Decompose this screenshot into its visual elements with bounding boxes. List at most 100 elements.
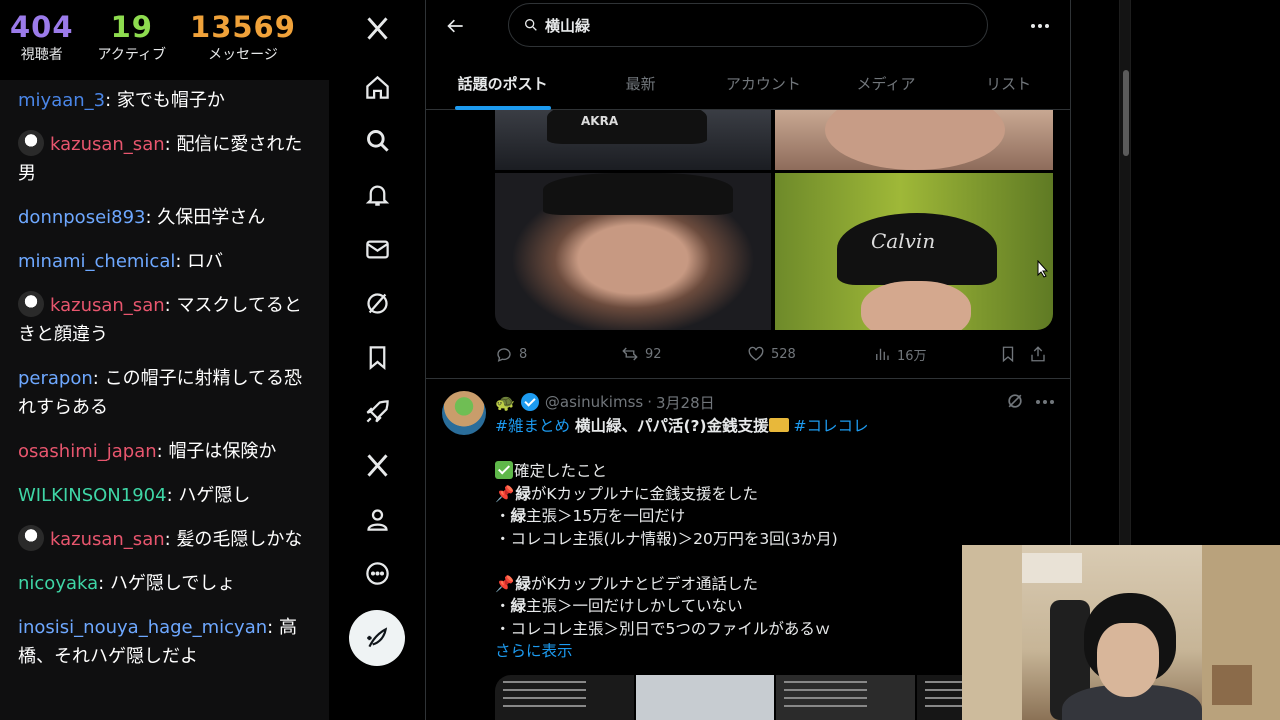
grok-explain-button[interactable] bbox=[1005, 391, 1025, 411]
post-feather-icon bbox=[367, 627, 388, 648]
dot-icon bbox=[1045, 24, 1049, 28]
media-thumbnail[interactable] bbox=[635, 675, 774, 720]
post-image-3[interactable] bbox=[495, 173, 771, 330]
repost-icon bbox=[622, 347, 638, 361]
chat-username[interactable]: miyaan_3 bbox=[18, 90, 105, 111]
chat-separator: : bbox=[164, 134, 177, 155]
shelf-items bbox=[1212, 665, 1252, 705]
tab-lists[interactable]: リスト bbox=[947, 56, 1070, 110]
repost-button[interactable]: 92 bbox=[621, 345, 747, 363]
media-thumbnail[interactable] bbox=[776, 675, 915, 720]
chat-username[interactable]: perapon bbox=[18, 368, 93, 389]
stream-stats: 404 視聴者 19 アクティブ 13569 メッセージ bbox=[0, 0, 329, 80]
face-shape bbox=[861, 281, 971, 330]
scrollbar-thumb[interactable] bbox=[1123, 70, 1129, 156]
tab-top[interactable]: 話題のポスト bbox=[426, 56, 579, 110]
stat-active-label: アクティブ bbox=[97, 47, 167, 63]
post-handle[interactable]: @asinukimss bbox=[545, 393, 643, 411]
dot-icon bbox=[1031, 24, 1035, 28]
post-bold-text: 緑 bbox=[510, 507, 527, 525]
search-tabs: 話題のポスト 最新 アカウント メディア リスト bbox=[426, 56, 1070, 110]
views-icon bbox=[876, 348, 889, 360]
chat-message: kazusan_san: 配信に愛された男 bbox=[18, 130, 315, 188]
show-more-link[interactable]: さらに表示 bbox=[495, 642, 573, 660]
post-more-button[interactable] bbox=[1034, 391, 1056, 413]
hashtag-link[interactable]: #コレコレ bbox=[794, 417, 869, 435]
more-circle-icon[interactable] bbox=[357, 553, 397, 593]
share-icon bbox=[1031, 346, 1045, 362]
more-options-button[interactable] bbox=[1026, 12, 1054, 40]
chat-separator: : bbox=[145, 207, 158, 228]
chat-separator: : bbox=[98, 573, 110, 594]
search-box[interactable] bbox=[508, 3, 988, 47]
post-line-text: ・コレコレ主張(ルナ情報)＞20万円を3回(3か月) bbox=[495, 529, 838, 548]
x-premium-icon[interactable] bbox=[357, 445, 397, 485]
post-image-1[interactable]: AKRA bbox=[495, 110, 771, 170]
chat-avatar-icon bbox=[18, 130, 44, 156]
post-line-text: ・コレコレ主張＞別日で5つのファイルがあるｗ bbox=[495, 619, 831, 638]
search-input[interactable] bbox=[545, 16, 925, 34]
chat-username[interactable]: minami_chemical bbox=[18, 251, 175, 272]
chat-message: minami_chemical: ロバ bbox=[18, 247, 315, 276]
like-button[interactable]: 528 bbox=[747, 345, 873, 363]
bookmark-icon bbox=[1002, 346, 1014, 363]
chat-username[interactable]: inosisi_nouya_hage_micyan bbox=[18, 617, 267, 638]
post-media-grid[interactable]: AKRA Calvin bbox=[495, 110, 1053, 330]
chat-message: nicoyaka: ハゲ隠しでしょ bbox=[18, 569, 315, 598]
money-emoji-icon bbox=[768, 418, 789, 432]
rocket-icon[interactable] bbox=[357, 391, 397, 431]
reply-button[interactable]: 8 bbox=[495, 345, 621, 363]
x-logo-icon[interactable] bbox=[357, 8, 397, 48]
tab-people[interactable]: アカウント bbox=[702, 56, 825, 110]
search-header: 話題のポスト 最新 アカウント メディア リスト bbox=[426, 0, 1070, 110]
share-button[interactable] bbox=[1029, 345, 1053, 363]
chat-message-list: miyaan_3: 家でも帽子か kazusan_san: 配信に愛された男 don… bbox=[0, 80, 329, 671]
repost-count: 92 bbox=[645, 346, 662, 362]
post-image-2[interactable] bbox=[775, 110, 1053, 170]
chat-message: kazusan_san: マスクしてるときと顔違う bbox=[18, 291, 315, 349]
reply-icon bbox=[497, 348, 511, 362]
grok-icon[interactable] bbox=[357, 283, 397, 323]
search-icon[interactable] bbox=[357, 120, 397, 160]
media-thumbnail[interactable] bbox=[495, 675, 634, 720]
grok-icon bbox=[1008, 394, 1022, 408]
chat-text: 久保田学さん bbox=[157, 207, 266, 228]
avatar[interactable] bbox=[442, 391, 486, 435]
stat-active: 19 アクティブ bbox=[98, 0, 166, 80]
post-line-text: 確定したこと bbox=[514, 462, 608, 480]
post-line-text: 主張＞一回だけしかしていない bbox=[526, 597, 743, 615]
post-image-4[interactable]: Calvin bbox=[775, 173, 1053, 330]
chat-overlay: 404 視聴者 19 アクティブ 13569 メッセージ miyaan_3: 家… bbox=[0, 0, 329, 720]
bookmark-button[interactable] bbox=[999, 345, 1029, 363]
bullet: ・ bbox=[495, 597, 511, 615]
bell-icon[interactable] bbox=[357, 174, 397, 214]
views-button[interactable]: 16万 bbox=[873, 345, 999, 364]
profile-icon[interactable] bbox=[357, 499, 397, 539]
home-icon[interactable] bbox=[357, 67, 397, 107]
check-mark-emoji-icon bbox=[495, 461, 513, 479]
chat-username[interactable]: WILKINSON1904 bbox=[18, 485, 167, 506]
pushpin-emoji-icon: 📌 bbox=[495, 574, 515, 593]
chat-separator: : bbox=[92, 368, 105, 389]
chat-username[interactable]: kazusan_san bbox=[50, 134, 165, 155]
post-button[interactable] bbox=[349, 610, 405, 666]
post-header: 🐢 @asinukimss · 3月28日 bbox=[495, 391, 715, 413]
chat-username[interactable]: kazusan_san bbox=[50, 529, 165, 550]
hashtag-link[interactable]: #雑まとめ bbox=[495, 417, 570, 435]
chat-username[interactable]: kazusan_san bbox=[50, 295, 165, 316]
post-line: 📌緑がKカップルナに金銭支援をした bbox=[495, 483, 1055, 506]
chat-username[interactable]: donnposei893 bbox=[18, 207, 146, 228]
chat-username[interactable]: osashimi_japan bbox=[18, 441, 157, 462]
post-line: 確定したこと bbox=[495, 460, 1055, 483]
chat-separator: : bbox=[105, 90, 117, 111]
post-headline: 横山緑、パパ活(?)金銭支援 bbox=[574, 417, 769, 435]
post-date[interactable]: 3月28日 bbox=[656, 392, 715, 413]
chat-separator: : bbox=[175, 251, 188, 272]
mail-icon[interactable] bbox=[357, 229, 397, 269]
tab-latest[interactable]: 最新 bbox=[579, 56, 702, 110]
bookmark-icon[interactable] bbox=[357, 337, 397, 377]
tab-media[interactable]: メディア bbox=[825, 56, 948, 110]
chat-username[interactable]: nicoyaka bbox=[18, 573, 98, 594]
dot-icon bbox=[1050, 400, 1054, 404]
back-button[interactable] bbox=[440, 10, 472, 42]
